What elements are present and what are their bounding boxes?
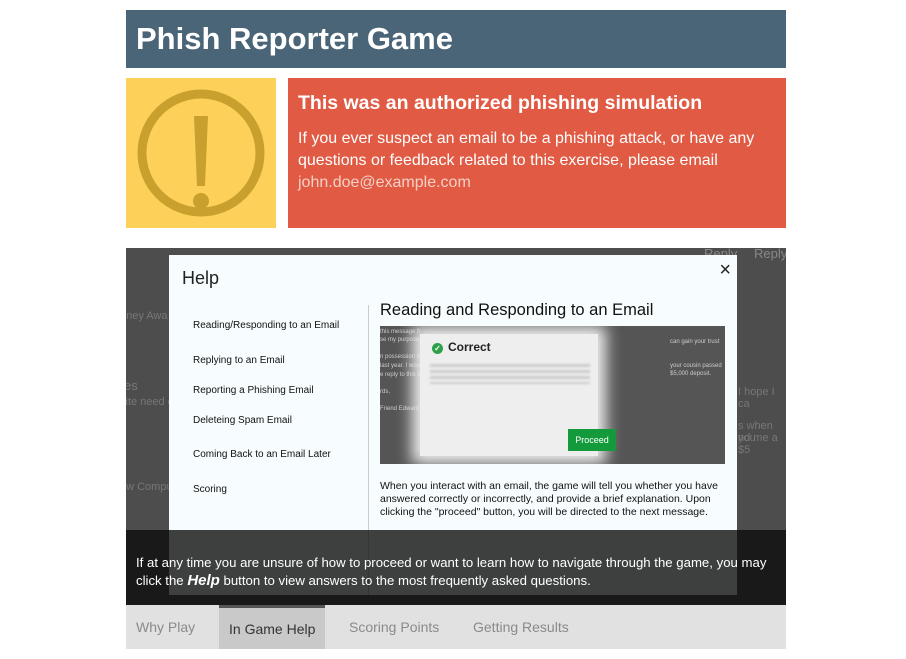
- image-text: Friend Edward: [380, 406, 420, 412]
- notice-body: If you ever suspect an email to be a phi…: [298, 130, 755, 191]
- topic-deleting-spam[interactable]: Deleteing Spam Email: [193, 415, 292, 426]
- example-image: this message fr se my purpose i n posses…: [380, 326, 725, 464]
- content-description: When you interact with an email, the gam…: [380, 480, 718, 518]
- help-content: Reading and Responding to an Email this …: [380, 301, 725, 518]
- image-text: e reply to this em: [380, 372, 426, 378]
- tab-scoring-points[interactable]: Scoring Points: [349, 605, 439, 649]
- bg-reply-all-button: Reply: [754, 248, 786, 261]
- image-text: this message fr: [380, 329, 421, 335]
- topic-reporting[interactable]: Reporting a Phishing Email: [193, 385, 314, 396]
- page-title: Phish Reporter Game: [136, 21, 453, 56]
- image-text: $5,000 deposit.: [670, 371, 712, 377]
- simulation-notice: This was an authorized phishing simulati…: [288, 78, 786, 228]
- image-text: can gain your trust: [670, 339, 720, 345]
- topic-replying[interactable]: Replying to an Email: [193, 355, 285, 366]
- image-text: rds,: [380, 389, 391, 395]
- topic-scoring[interactable]: Scoring: [193, 484, 227, 495]
- bg-text: I hope I ca: [738, 386, 775, 410]
- close-icon[interactable]: ×: [719, 259, 731, 282]
- bg-text: nd me a $5: [738, 432, 778, 456]
- image-text: last year. I would: [380, 363, 425, 369]
- bg-text: ew Compu: [126, 481, 173, 493]
- help-emphasis: Help: [187, 572, 220, 589]
- image-text: your cousin passed: [670, 363, 722, 369]
- bg-text: site need c: [126, 396, 173, 408]
- contact-email-link[interactable]: john.doe@example.com: [298, 174, 471, 191]
- tab-why-play[interactable]: Why Play: [136, 605, 195, 649]
- result-label: Correct: [448, 340, 491, 354]
- content-heading: Reading and Responding to an Email: [380, 301, 654, 319]
- caption: If at any time you are unsure of how to …: [126, 530, 786, 605]
- blurred-text: [430, 364, 590, 384]
- tab-getting-results[interactable]: Getting Results: [473, 605, 569, 649]
- image-text: se my purpose i: [380, 337, 423, 343]
- tab-in-game-help[interactable]: In Game Help: [219, 605, 325, 649]
- bg-text: oney Awa: [126, 310, 168, 322]
- proceed-button: Proceed: [568, 429, 616, 451]
- bg-text: es: [126, 378, 138, 393]
- warning-panel: [126, 78, 276, 228]
- page-header: Phish Reporter Game: [126, 10, 786, 68]
- notice-title: This was an authorized phishing simulati…: [298, 92, 703, 114]
- exclamation-circle-icon: [137, 89, 265, 217]
- help-screenshot: Reply Reply oney Awa es site need c ew C…: [126, 248, 786, 605]
- topic-coming-back[interactable]: Coming Back to an Email Later: [193, 449, 331, 460]
- topic-reading-responding[interactable]: Reading/Responding to an Email: [193, 320, 339, 331]
- tab-bar: Why Play In Game Help Scoring Points Get…: [126, 605, 786, 649]
- image-text: n possession of t: [380, 354, 426, 360]
- modal-title: Help: [182, 268, 220, 288]
- check-icon: ✓: [432, 343, 443, 354]
